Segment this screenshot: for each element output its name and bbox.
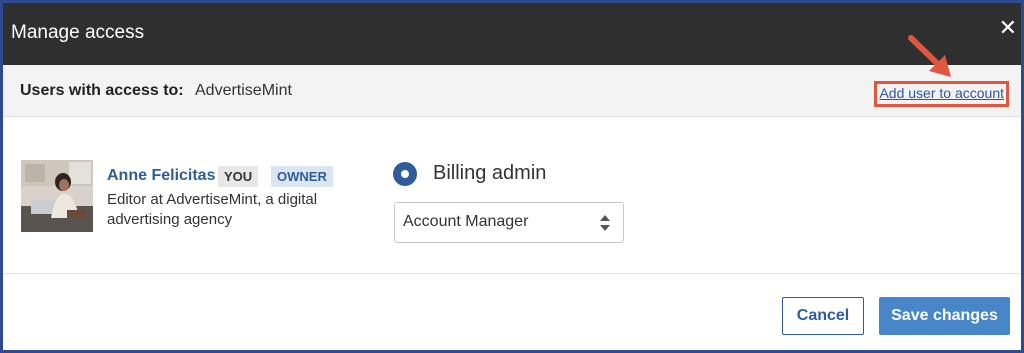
billing-admin-label: Billing admin — [433, 162, 547, 184]
dialog-title: Manage access — [11, 22, 145, 43]
annotation-arrow-icon — [908, 35, 951, 77]
role-select-value: Account Manager — [403, 213, 529, 230]
select-chevrons-icon — [600, 215, 610, 231]
user-name[interactable]: Anne Felicitas — [107, 167, 215, 185]
user-avatar — [21, 160, 93, 232]
users-with-access-label: Users with access to: — [20, 82, 184, 99]
user-description: Editor at AdvertiseMint, a digital adver… — [107, 191, 318, 228]
access-bar: Users with access to: AdvertiseMint Add … — [3, 65, 1021, 117]
you-badge: YOU — [218, 166, 259, 187]
owner-badge: OWNER — [271, 166, 333, 187]
footer-divider — [3, 273, 1021, 274]
add-user-highlight: Add user to account — [874, 81, 1009, 107]
radio-selected-dot — [401, 170, 409, 178]
billing-admin-radio[interactable] — [393, 162, 417, 186]
add-user-link[interactable]: Add user to account — [879, 85, 1004, 101]
cancel-button[interactable]: Cancel — [782, 297, 864, 335]
dialog-titlebar: Manage access ✕ — [3, 3, 1021, 65]
role-select[interactable]: Account Manager — [394, 202, 624, 243]
close-icon[interactable]: ✕ — [999, 17, 1017, 39]
account-name: AdvertiseMint — [195, 82, 292, 99]
manage-access-dialog: Manage access ✕ Users with access to: Ad… — [0, 0, 1024, 353]
save-changes-button[interactable]: Save changes — [879, 297, 1010, 335]
